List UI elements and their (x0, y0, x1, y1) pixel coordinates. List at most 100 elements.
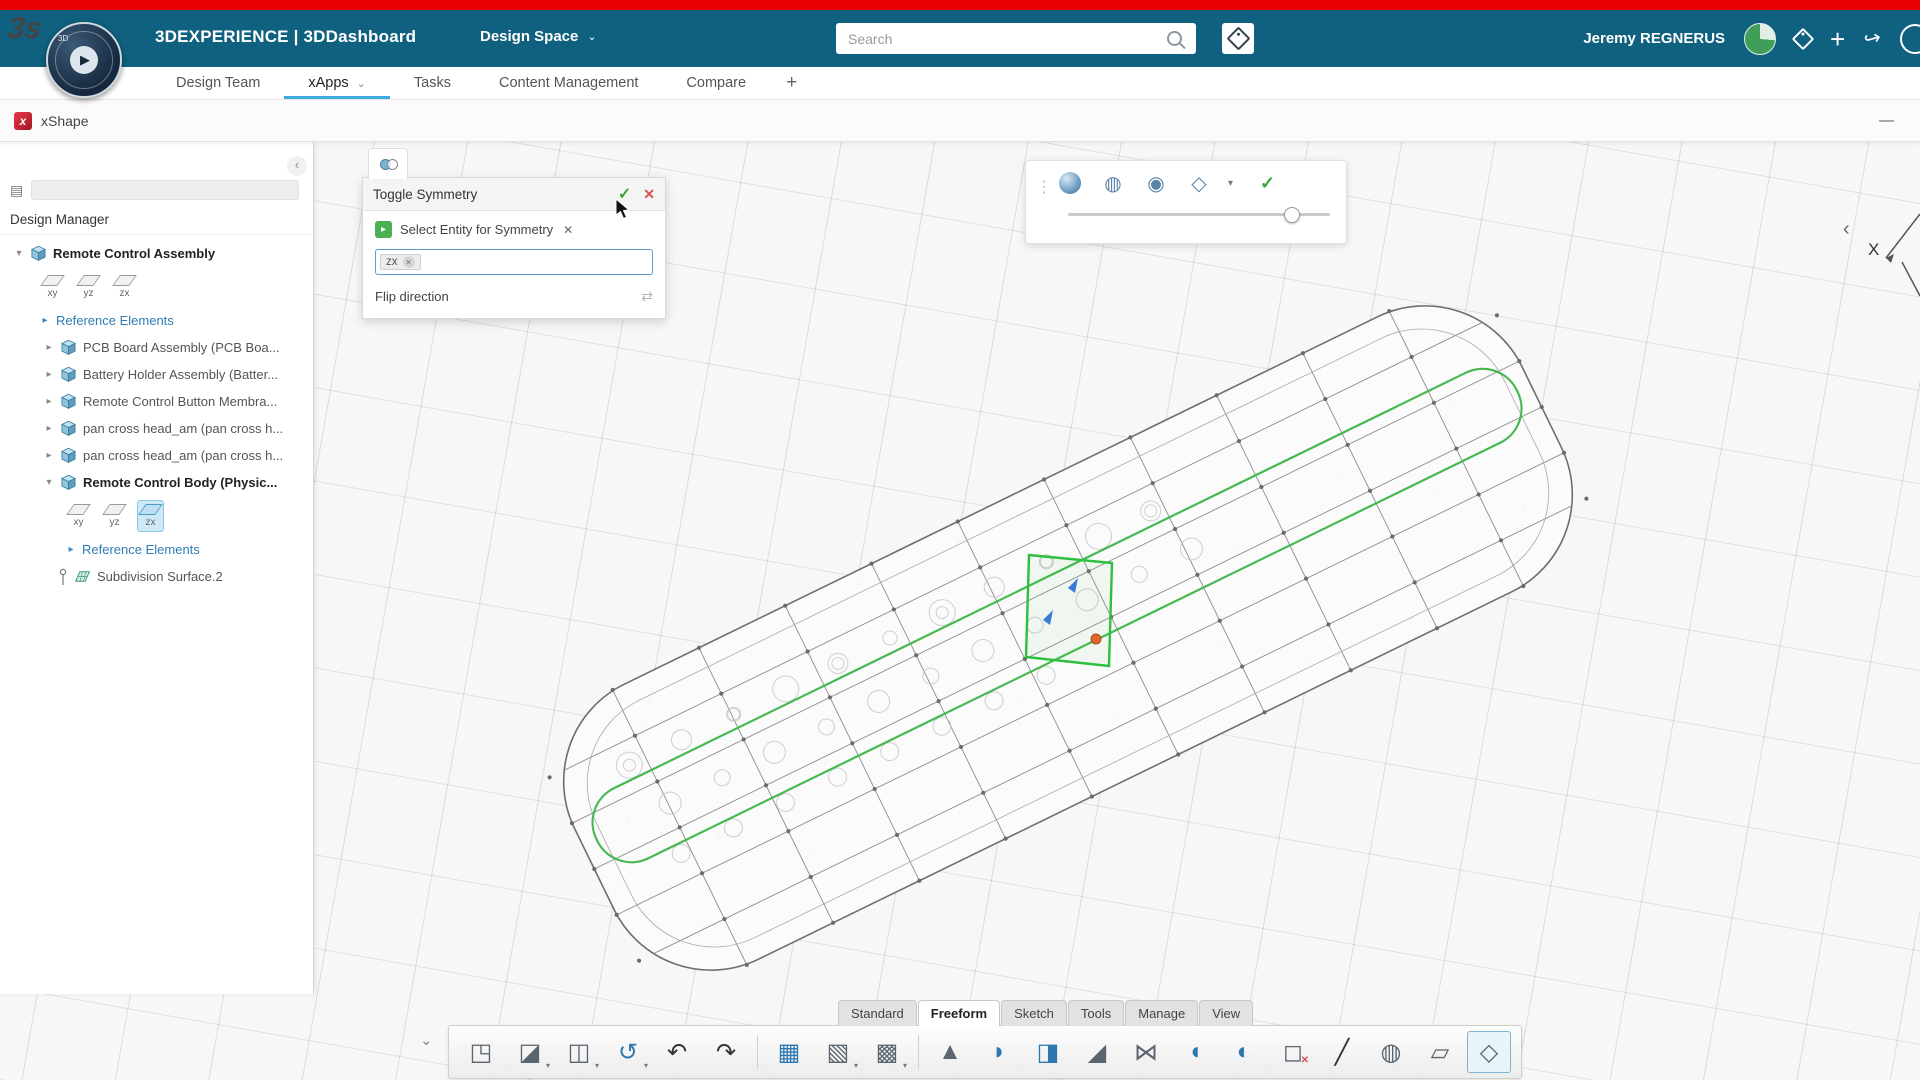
tab-view[interactable]: View (1199, 1000, 1253, 1026)
shaded-mode-icon[interactable] (1056, 169, 1084, 197)
bookmark-tag-button[interactable] (1222, 23, 1254, 54)
sphere-wrap-icon[interactable]: ◍ (1369, 1031, 1413, 1073)
merge-surface-icon[interactable]: ◐ (1222, 1031, 1266, 1073)
plane-xy[interactable]: xy (40, 272, 65, 302)
expand-arrow-icon[interactable]: ▸ (66, 544, 76, 555)
save-data-icon[interactable]: ◫▾ (557, 1031, 601, 1073)
tree-filter-bar[interactable] (31, 180, 299, 200)
drag-handle-icon[interactable]: ⋮ (1036, 177, 1052, 197)
space-switcher[interactable]: Design Space ⌄ (480, 28, 597, 45)
primitive-box-icon[interactable]: ▧▾ (816, 1031, 860, 1073)
user-name[interactable]: Jeremy REGNERUS (1583, 30, 1725, 47)
delete-face-icon[interactable]: ◻✕ (1271, 1031, 1315, 1073)
offset-planes-icon[interactable]: ▱ (1418, 1031, 1462, 1073)
tab-freeform[interactable]: Freeform (918, 1000, 1000, 1026)
expand-arrow-icon[interactable]: ▸ (44, 369, 54, 380)
add-tab-button[interactable]: + (770, 67, 813, 99)
redo-icon[interactable]: ↷ (704, 1031, 748, 1073)
compass-play-icon[interactable]: ▶ (70, 46, 98, 74)
tab-sketch[interactable]: Sketch (1001, 1000, 1067, 1026)
caret-down-icon[interactable]: ▾ (644, 1061, 648, 1070)
symmetry-entity-input[interactable]: zx ✕ (375, 249, 653, 275)
tab-standard[interactable]: Standard (838, 1000, 917, 1026)
tree-view-icon[interactable]: ▤ (10, 182, 23, 199)
tab-tasks[interactable]: Tasks (390, 67, 475, 99)
expand-arrow-icon[interactable]: ▸ (40, 315, 50, 326)
expand-arrow-icon[interactable]: ▸ (44, 342, 54, 353)
cube-mode-icon[interactable]: ◇ (1185, 169, 1213, 197)
update-sync-icon[interactable]: ↺▾ (606, 1031, 650, 1073)
slider-knob[interactable] (1284, 207, 1300, 223)
chevron-down-icon[interactable]: ⌄ (357, 77, 366, 90)
search-input[interactable] (836, 31, 1167, 47)
share-icon[interactable]: ↪ (1861, 24, 1884, 52)
chip-remove-icon[interactable]: ✕ (403, 256, 415, 268)
tab-manage[interactable]: Manage (1125, 1000, 1198, 1026)
plane-xy[interactable]: xy (66, 501, 91, 531)
entity-chip[interactable]: zx ✕ (380, 254, 421, 270)
expand-arrow-icon[interactable]: ▾ (44, 477, 54, 488)
tree-item-pan-cross-head-2[interactable]: ▸ pan cross head_am (pan cross h... (0, 442, 313, 469)
caret-down-icon[interactable]: ▾ (854, 1061, 858, 1070)
corner-wedge-icon[interactable]: ◢ (1075, 1031, 1119, 1073)
tree-item-subdivision-surface[interactable]: Subdivision Surface.2 (0, 563, 313, 590)
dialog-cancel-button[interactable]: ✕ (643, 186, 655, 203)
caret-down-icon[interactable]: ▾ (903, 1061, 907, 1070)
export-geometry-icon[interactable]: ◪▾ (508, 1031, 552, 1073)
loft-connect-icon[interactable]: ⋈ (1124, 1031, 1168, 1073)
tree-item-remote-control-body[interactable]: ▾ Remote Control Body (Physic... (0, 469, 313, 496)
expand-arrow-icon[interactable]: ▸ (44, 450, 54, 461)
search-box[interactable] (836, 23, 1196, 54)
undo-icon[interactable]: ↶ (655, 1031, 699, 1073)
fill-surface-icon[interactable]: ◨ (1026, 1031, 1070, 1073)
extrude-pull-icon[interactable]: ▲ (928, 1031, 972, 1073)
subdivision-cube-icon[interactable]: ▩▾ (865, 1031, 909, 1073)
view-triad-icon[interactable] (1874, 196, 1920, 306)
minimize-button[interactable]: — (1879, 112, 1894, 129)
tree-item-reference-elements[interactable]: ▸ Reference Elements (0, 307, 313, 334)
tab-compare[interactable]: Compare (662, 67, 770, 99)
insert-model-icon[interactable]: ◳ (459, 1031, 503, 1073)
pinch-taper-icon[interactable]: ◇ (1467, 1031, 1511, 1073)
expand-panel-chevron[interactable]: ‹ (1843, 218, 1850, 241)
user-avatar[interactable] (1744, 23, 1776, 55)
dialog-tab[interactable] (368, 148, 408, 179)
tab-content-management[interactable]: Content Management (475, 67, 662, 99)
add-content-button[interactable]: + (1830, 26, 1845, 52)
plane-zx-selected[interactable]: zx (138, 501, 163, 531)
caret-down-icon[interactable]: ▾ (595, 1061, 599, 1070)
extrude-face-icon[interactable]: ◖ (1173, 1031, 1217, 1073)
split-cut-icon[interactable]: ╱ (1320, 1031, 1364, 1073)
tree-item-button-membrane[interactable]: ▸ Remote Control Button Membra... (0, 388, 313, 415)
tag-icon[interactable] (1792, 27, 1815, 50)
bend-curve-icon[interactable]: ◗ (977, 1031, 1021, 1073)
expand-arrow-icon[interactable]: ▸ (44, 423, 54, 434)
apps-circle-icon[interactable] (1900, 24, 1920, 54)
expand-arrow-icon[interactable]: ▸ (44, 396, 54, 407)
3d-compass[interactable]: 3D ▶ (46, 22, 122, 98)
textured-mode-icon[interactable]: ◉ (1142, 169, 1170, 197)
flip-direction-icon[interactable]: ⇄ (641, 288, 653, 305)
frame-display-icon[interactable]: ▦ (767, 1031, 811, 1073)
tab-design-team[interactable]: Design Team (152, 67, 284, 99)
wireframe-mode-icon[interactable]: ◍ (1099, 169, 1127, 197)
tree-item-pan-cross-head-1[interactable]: ▸ pan cross head_am (pan cross h... (0, 415, 313, 442)
toolbar-collapse-chevron[interactable]: ⌄ (420, 1031, 433, 1049)
tree-item-remote-control-assembly[interactable]: ▾ Remote Control Assembly (0, 240, 313, 267)
expand-arrow-icon[interactable]: ▾ (14, 248, 24, 259)
plane-yz[interactable]: yz (102, 501, 127, 531)
smoothness-slider[interactable] (1068, 206, 1330, 222)
plane-zx[interactable]: zx (112, 272, 137, 302)
tab-tools[interactable]: Tools (1068, 1000, 1124, 1026)
clear-selection-button[interactable]: ✕ (563, 223, 573, 237)
caret-down-icon[interactable]: ▾ (546, 1061, 550, 1070)
chevron-down-icon[interactable]: ▾ (1228, 178, 1233, 189)
tree-item-reference-elements-body[interactable]: ▸ Reference Elements (0, 536, 313, 563)
tab-xapps[interactable]: xApps ⌄ (284, 67, 390, 99)
plane-yz[interactable]: yz (76, 272, 101, 302)
panel-collapse-button[interactable]: ‹ (287, 156, 307, 176)
display-confirm-button[interactable]: ✓ (1260, 173, 1275, 194)
tree-item-battery-holder-assembly[interactable]: ▸ Battery Holder Assembly (Batter... (0, 361, 313, 388)
tree-item-pcb-board-assembly[interactable]: ▸ PCB Board Assembly (PCB Boa... (0, 334, 313, 361)
search-icon[interactable] (1167, 31, 1182, 46)
